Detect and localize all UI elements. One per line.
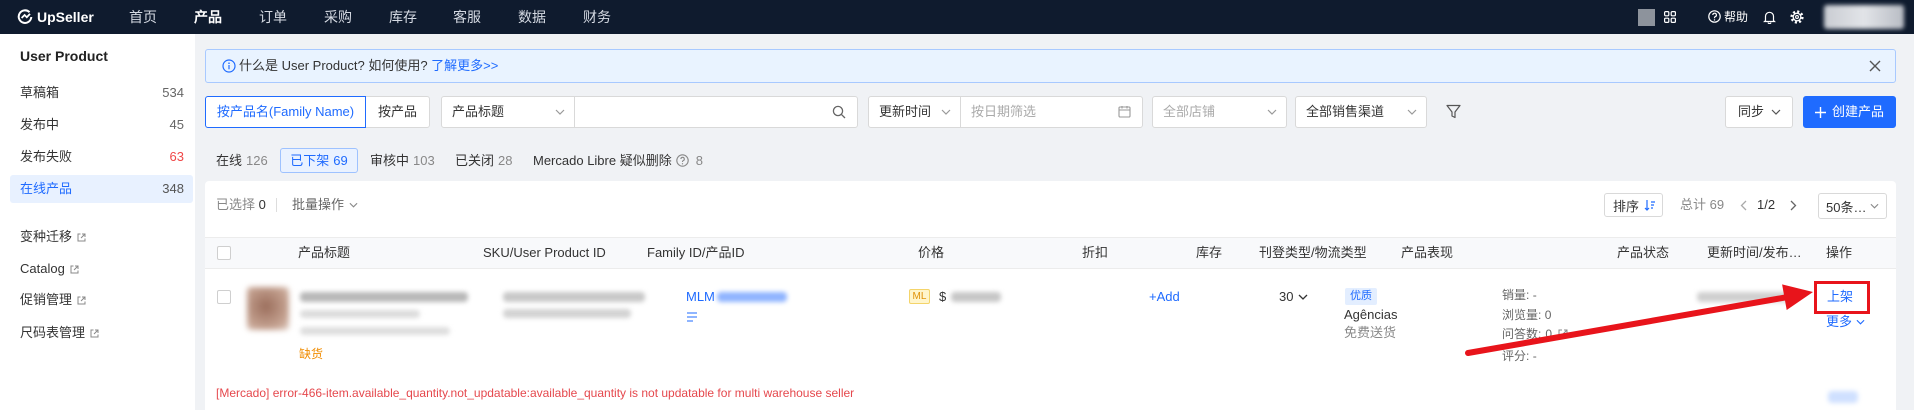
- app-root: UpSeller 首页 产品 订单 采购 库存 客服 数据 财务 帮助 User…: [0, 0, 1914, 410]
- mode-by-family-name[interactable]: 按产品名(Family Name): [205, 96, 366, 128]
- mode-label: 按产品名(Family Name): [216, 104, 355, 119]
- annotation-arrow: [1465, 284, 1813, 356]
